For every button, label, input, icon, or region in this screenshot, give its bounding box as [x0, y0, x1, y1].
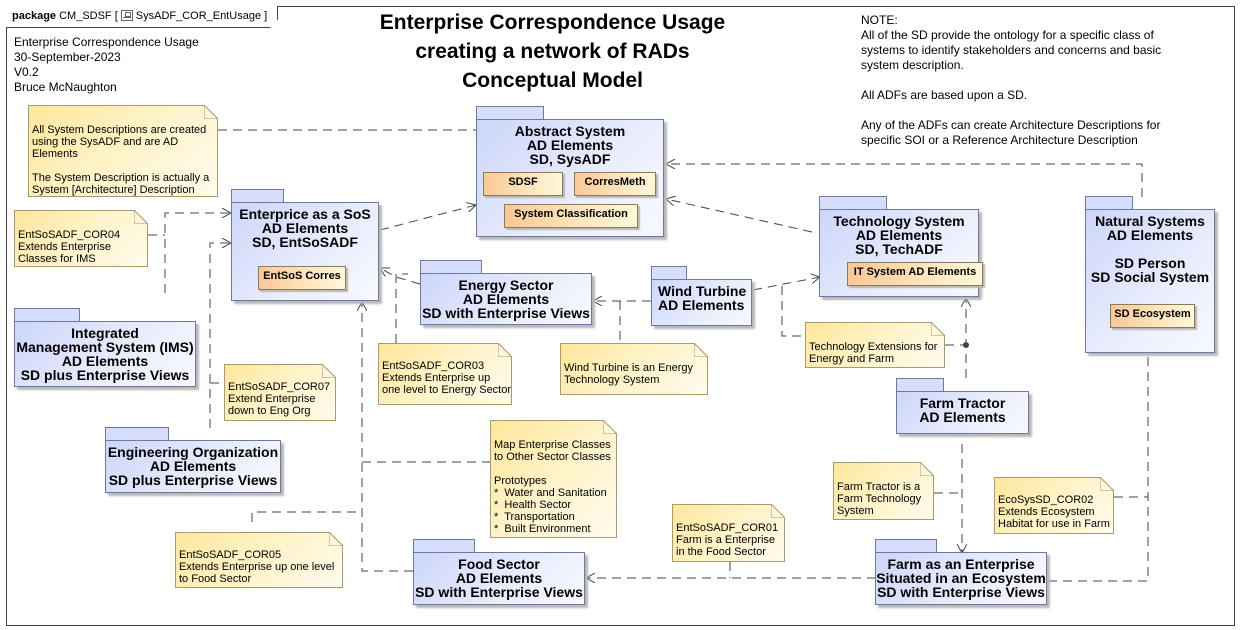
class-it-system-ad-elements[interactable]: IT System AD Elements — [847, 262, 983, 286]
note-folded-corner-icon — [498, 343, 512, 357]
note-folded-corner-icon — [771, 504, 785, 518]
package-abstract-system[interactable]: Abstract System AD Elements SD, SysADF S… — [476, 106, 664, 237]
note-ecosyssd-cor02[interactable]: EcoSysSD_COR02 Extends Ecosystem Habitat… — [994, 477, 1114, 534]
note-map-enterprise-classes[interactable]: Map Enterprise Classes to Other Sector C… — [490, 420, 617, 538]
note-folded-corner-icon — [1100, 477, 1114, 491]
package-farm-enterprise[interactable]: Farm as an Enterprise Situated in an Eco… — [875, 539, 1047, 605]
frame-package-name: CM_SDSF — [59, 10, 112, 22]
note-farm-tractor[interactable]: Farm Tractor is a Farm Technology System — [833, 462, 934, 520]
note-folded-corner-icon — [322, 364, 336, 378]
package-energy-sector[interactable]: Energy Sector AD Elements SD with Enterp… — [420, 260, 592, 325]
package-food-sector[interactable]: Food Sector AD Elements SD with Enterpri… — [413, 539, 585, 605]
frame-kind: package — [12, 10, 57, 22]
package-engineering-org[interactable]: Engineering Organization AD Elements SD … — [105, 427, 281, 493]
class-diagram-icon — [121, 10, 133, 21]
class-sd-ecosystem[interactable]: SD Ecosystem — [1110, 304, 1195, 328]
class-entsos-corres[interactable]: EntSoS Corres — [258, 266, 346, 290]
frame-diagram-name: SysADF_COR_EntUsage — [135, 10, 262, 22]
note-entsosadf-cor04[interactable]: EntSoSADF_COR04 Extends Enterprise Class… — [14, 210, 148, 267]
note-system-descriptions[interactable]: All System Descriptions are created usin… — [28, 105, 218, 197]
note-wind-turbine[interactable]: Wind Turbine is an Energy Technology Sys… — [560, 343, 708, 395]
package-natural-systems[interactable]: Natural Systems AD Elements SD Person SD… — [1085, 196, 1215, 353]
note-folded-corner-icon — [603, 420, 617, 434]
package-ims[interactable]: Integrated Management System (IMS) AD El… — [14, 308, 196, 387]
top-note-text: NOTE: All of the SD provide the ontology… — [861, 13, 1162, 147]
note-entsosadf-cor07[interactable]: EntSoSADF_COR07 Extend Enterprise down t… — [224, 364, 336, 421]
note-folded-corner-icon — [920, 462, 934, 476]
package-farm-tractor[interactable]: Farm Tractor AD Elements — [896, 378, 1029, 434]
note-entsosadf-cor01[interactable]: EntSoSADF_COR01 Farm is a Enterprise in … — [672, 504, 785, 562]
class-corresmeth[interactable]: CorresMeth — [574, 172, 656, 196]
note-entsosadf-cor05[interactable]: EntSoSADF_COR05 Extends Enterprise up on… — [175, 532, 343, 588]
note-folded-corner-icon — [134, 210, 148, 224]
diagram-metadata: Enterprise Correspondence Usage 30-Septe… — [14, 35, 199, 94]
note-folded-corner-icon — [329, 532, 343, 546]
class-system-classification[interactable]: System Classification — [504, 204, 638, 228]
note-folded-corner-icon — [204, 105, 218, 119]
note-folded-corner-icon — [931, 322, 945, 336]
package-wind-turbine[interactable]: Wind Turbine AD Elements — [651, 266, 752, 326]
class-sdsf[interactable]: SDSF — [483, 172, 563, 196]
package-enterprise-sos[interactable]: Enterprice as a SoS AD Elements SD, EntS… — [231, 189, 379, 301]
note-entsosadf-cor03[interactable]: EntSoSADF_COR03 Extends Enterprise up on… — [378, 343, 512, 405]
note-folded-corner-icon — [694, 343, 708, 357]
diagram-frame-header[interactable]: package CM_SDSF [SysADF_COR_EntUsage ] — [6, 6, 278, 28]
diagram-title: Enterprise Correspondence Usage creating… — [379, 11, 726, 92]
note-technology-extensions[interactable]: Technology Extensions for Energy and Far… — [805, 322, 945, 368]
package-technology-system[interactable]: Technology System AD Elements SD, TechAD… — [819, 196, 983, 297]
